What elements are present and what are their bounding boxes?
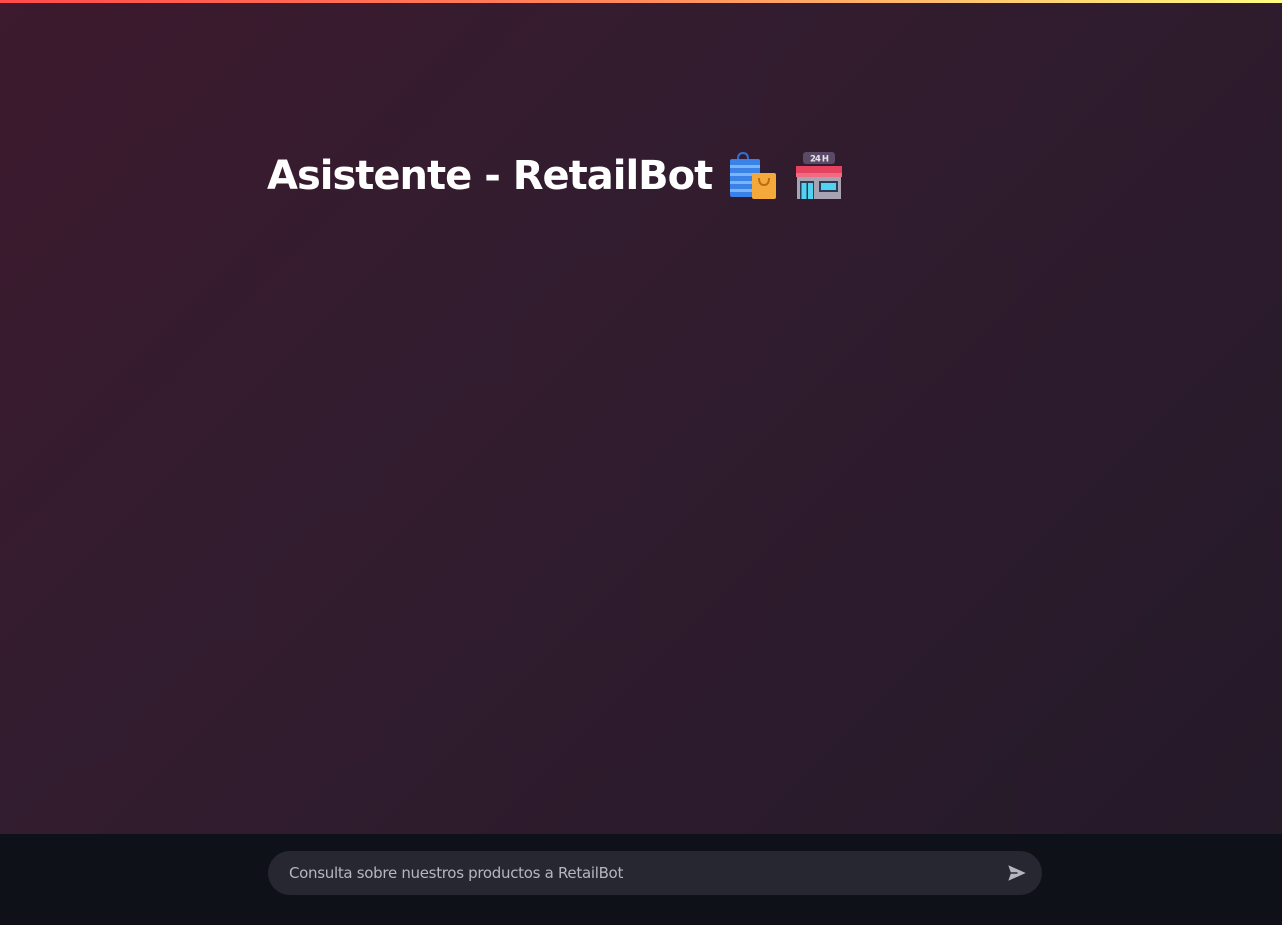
main-content: Asistente - RetailBot 24 H [0,3,1282,834]
send-button[interactable] [1004,860,1030,886]
shopping-bags-icon [730,151,777,199]
chat-input-container[interactable] [268,850,1042,896]
chat-input-bar [0,834,1282,925]
store-sign-text: 24 H [810,155,829,165]
app-window: Asistente - RetailBot 24 H [0,0,1282,925]
send-icon [1008,865,1026,881]
page-title: Asistente - RetailBot 24 H [267,148,844,204]
page-title-text: Asistente - RetailBot [267,153,713,199]
convenience-store-icon: 24 H [796,152,843,199]
chat-input[interactable] [287,850,1004,896]
